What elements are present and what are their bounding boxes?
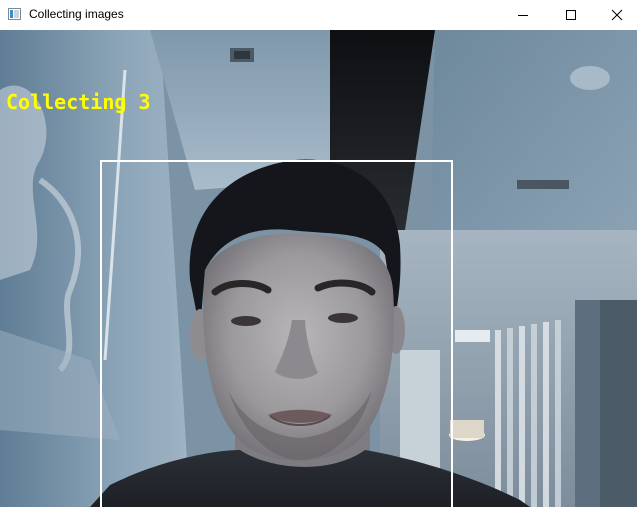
collecting-status-label: Collecting 3	[6, 90, 151, 114]
window-app-icon	[8, 8, 21, 20]
title-bar[interactable]: Collecting images	[0, 0, 637, 30]
face-detection-box	[100, 160, 453, 507]
minimize-icon	[518, 15, 528, 16]
camera-feed: Collecting 3	[0, 30, 637, 507]
window-title: Collecting images	[29, 7, 124, 21]
minimize-button[interactable]	[500, 0, 546, 30]
close-button[interactable]	[594, 0, 637, 30]
maximize-button[interactable]	[548, 0, 594, 30]
close-icon	[611, 9, 623, 21]
maximize-icon	[566, 10, 576, 20]
opencv-window: Collecting images Collecting 3	[0, 0, 637, 507]
